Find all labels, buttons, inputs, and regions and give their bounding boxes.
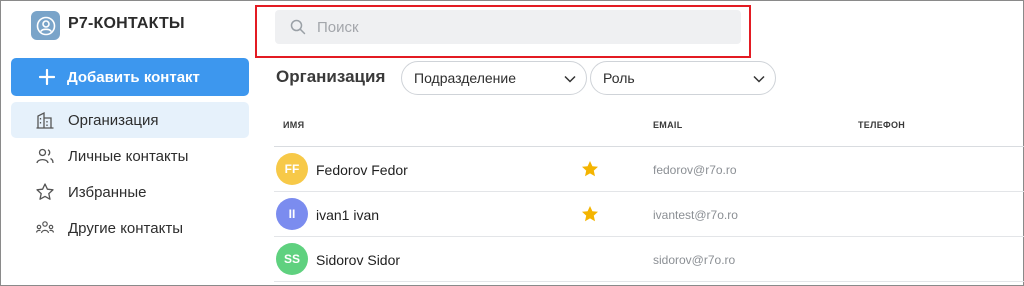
avatar: SS — [276, 243, 308, 275]
sidebar-item-organization[interactable]: Организация — [11, 102, 249, 138]
add-contact-button[interactable]: Добавить контакт — [11, 58, 249, 96]
sidebar-item-label: Избранные — [68, 183, 147, 201]
subdivision-dropdown[interactable]: Подразделение — [401, 61, 587, 95]
role-dropdown-label: Роль — [603, 70, 635, 86]
column-header-name[interactable]: ИМЯ — [283, 120, 304, 130]
sidebar-nav: Организация Личные контакты Избранные Др… — [11, 102, 249, 246]
contact-email: fedorov@r7o.ro — [653, 163, 737, 177]
column-header-email[interactable]: EMAIL — [653, 120, 683, 130]
section-title: Организация — [276, 67, 386, 86]
people-icon — [34, 145, 56, 167]
subdivision-dropdown-label: Подразделение — [414, 70, 517, 86]
table-row[interactable]: II ivan1 ivan ivantest@r7o.ro — [274, 193, 1024, 237]
column-header-phone[interactable]: ТЕЛЕФОН — [858, 120, 905, 130]
app-title: Р7-КОНТАКТЫ — [68, 15, 185, 32]
sidebar-item-favorites[interactable]: Избранные — [11, 174, 249, 210]
favorite-star-icon[interactable] — [580, 159, 600, 179]
role-dropdown[interactable]: Роль — [590, 61, 776, 95]
add-contact-label: Добавить контакт — [67, 68, 200, 86]
table-row[interactable]: FF Fedorov Fedor fedorov@r7o.ro — [274, 148, 1024, 192]
contact-email: sidorov@r7o.ro — [653, 253, 736, 267]
building-icon — [34, 109, 56, 131]
app-logo-icon — [31, 11, 60, 40]
sidebar-item-other-contacts[interactable]: Другие контакты — [11, 210, 249, 246]
search-box[interactable] — [275, 10, 741, 44]
search-icon — [289, 18, 307, 36]
avatar: FF — [276, 153, 308, 185]
row-divider — [274, 236, 1024, 237]
chevron-down-icon — [564, 70, 576, 86]
header-divider — [274, 146, 1024, 147]
contact-email: ivantest@r7o.ro — [653, 208, 738, 222]
contact-name: Sidorov Sidor — [316, 252, 401, 268]
group-icon — [34, 217, 56, 239]
row-divider — [274, 191, 1024, 192]
sidebar-item-label: Организация — [68, 111, 159, 129]
plus-icon — [37, 67, 57, 87]
sidebar-item-label: Личные контакты — [68, 147, 189, 165]
search-input[interactable] — [317, 18, 717, 36]
sidebar-item-label: Другие контакты — [68, 219, 183, 237]
sidebar-item-personal-contacts[interactable]: Личные контакты — [11, 138, 249, 174]
row-divider — [274, 281, 1024, 282]
contact-name: Fedorov Fedor — [316, 162, 408, 178]
avatar: II — [276, 198, 308, 230]
star-outline-icon — [34, 181, 56, 203]
chevron-down-icon — [753, 70, 765, 86]
favorite-star-icon[interactable] — [580, 204, 600, 224]
contact-name: ivan1 ivan — [316, 207, 380, 223]
table-row[interactable]: SS Sidorov Sidor sidorov@r7o.ro — [274, 238, 1024, 282]
